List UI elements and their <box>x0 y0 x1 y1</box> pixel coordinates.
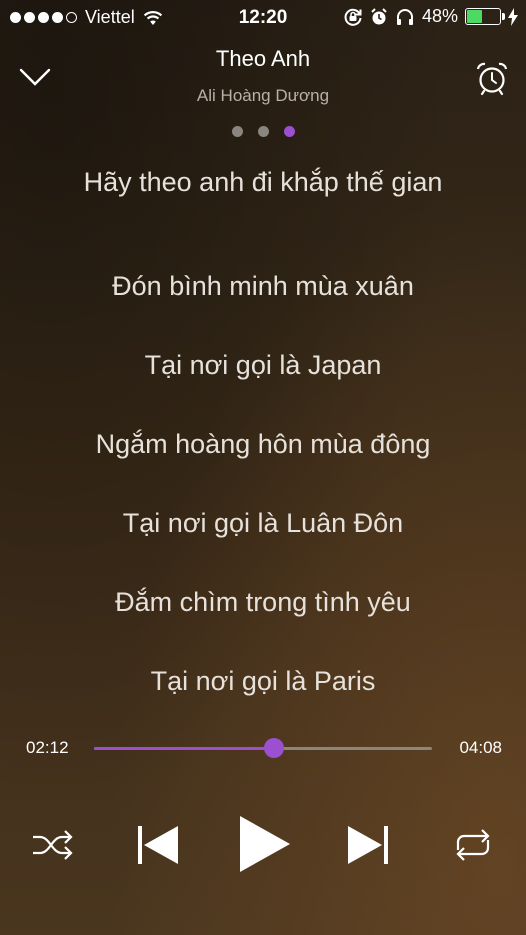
wifi-icon <box>143 10 162 25</box>
battery-fill <box>467 10 483 23</box>
previous-button[interactable] <box>134 822 182 868</box>
lyric-line: Tại nơi gọi là Paris <box>150 666 376 696</box>
next-button[interactable] <box>344 822 392 868</box>
progress-played <box>94 747 274 750</box>
signal-dot-empty <box>66 12 77 23</box>
lyric-line: Đón bình minh mùa xuân <box>112 271 414 301</box>
page-indicator <box>0 126 526 137</box>
previous-track-icon <box>138 826 178 864</box>
signal-dot <box>10 12 21 23</box>
lyric-line: Tại nơi gọi là Luân Đôn <box>122 508 404 538</box>
alarm-clock-icon <box>476 62 508 96</box>
page-dot[interactable] <box>257 126 269 137</box>
sleep-timer-button[interactable] <box>474 60 510 96</box>
elapsed-time: 02:12 <box>26 738 69 757</box>
alarm-status-icon <box>371 7 387 24</box>
page-dot[interactable] <box>231 126 243 137</box>
lyric-line: Hãy theo anh đi khắp thế gian <box>83 167 443 197</box>
lyric-line: Tại nơi gọi là Japan <box>144 350 382 380</box>
charging-bolt-icon <box>508 7 518 26</box>
song-title: Theo Anh <box>215 46 311 71</box>
signal-strength <box>10 12 77 23</box>
status-right: 48% <box>343 6 518 27</box>
total-time: 04:08 <box>459 738 502 757</box>
play-icon <box>240 816 290 872</box>
lyric-line: Ngắm hoàng hôn mùa đông <box>95 429 431 459</box>
repeat-icon <box>456 829 490 861</box>
headphones-icon <box>396 8 413 25</box>
battery-nub <box>502 13 505 20</box>
signal-dot <box>38 12 49 23</box>
repeat-button[interactable] <box>450 826 496 864</box>
carrier-name: Viettel <box>85 7 135 27</box>
signal-dot <box>24 12 35 23</box>
next-track-icon <box>348 826 388 864</box>
play-button[interactable] <box>234 813 294 875</box>
page-dot-active[interactable] <box>283 126 295 137</box>
progress-thumb[interactable] <box>263 738 284 758</box>
signal-dot <box>52 12 63 23</box>
status-bar: Viettel 12:20 48% <box>0 0 526 34</box>
lyric-line: Đắm chìm trong tình yêu <box>115 587 411 617</box>
shuffle-icon <box>33 830 73 860</box>
battery-percent: 48% <box>421 6 458 26</box>
battery-icon <box>465 8 505 25</box>
shuffle-button[interactable] <box>30 826 76 864</box>
status-left: Viettel <box>10 7 163 28</box>
rotation-lock-icon <box>344 8 362 26</box>
song-artist: Ali Hoàng Dương <box>196 86 330 105</box>
